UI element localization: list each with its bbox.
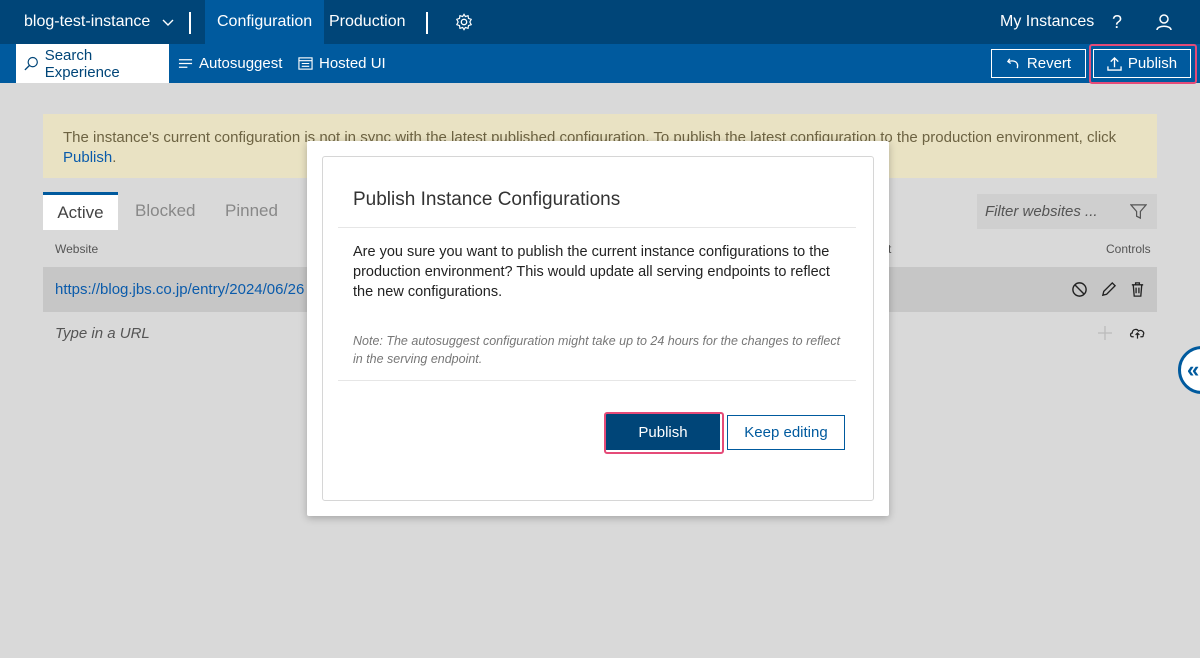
- list-icon: [178, 59, 193, 68]
- help-icon[interactable]: ?: [1112, 0, 1122, 44]
- banner-publish-link[interactable]: Publish: [63, 149, 112, 166]
- top-navigation-bar: blog-test-instance Configuration Product…: [0, 0, 1200, 44]
- tab-label: Configuration: [217, 13, 313, 30]
- user-icon[interactable]: [1155, 13, 1173, 31]
- chevron-down-icon: [162, 19, 174, 26]
- tab-hosted-ui[interactable]: Hosted UI: [298, 44, 386, 83]
- dialog-note: Note: The autosuggest configuration migh…: [353, 334, 841, 366]
- tab-label: Autosuggest: [199, 55, 283, 72]
- search-icon: [24, 56, 38, 71]
- tab-active[interactable]: Active: [43, 192, 118, 230]
- filter-icon[interactable]: [1130, 203, 1147, 220]
- instance-selector[interactable]: blog-test-instance: [24, 0, 174, 44]
- undo-icon: [1006, 58, 1019, 69]
- tab-label: Blocked: [135, 201, 196, 220]
- filter-websites-input[interactable]: Filter websites ...: [977, 194, 1157, 229]
- column-header-website: Website: [55, 242, 99, 256]
- type-url-input[interactable]: Type in a URL: [55, 325, 150, 342]
- button-label: Revert: [1026, 55, 1072, 72]
- delete-icon[interactable]: [1129, 281, 1146, 298]
- window-icon: [298, 57, 313, 70]
- instance-name: blog-test-instance: [24, 13, 151, 30]
- tab-autosuggest[interactable]: Autosuggest: [178, 44, 282, 83]
- divider: [426, 12, 428, 34]
- tab-configuration[interactable]: Configuration: [205, 0, 325, 44]
- link-label: My Instances: [1000, 13, 1095, 30]
- keep-editing-button[interactable]: Keep editing: [727, 415, 845, 450]
- divider: [338, 227, 856, 228]
- tab-production[interactable]: Production: [317, 0, 418, 44]
- sub-navigation-bar: Search Experience Autosuggest Hosted UI …: [0, 44, 1200, 83]
- tab-label: Search Experience: [44, 46, 120, 81]
- divider: [189, 12, 191, 34]
- edit-icon[interactable]: [1100, 281, 1117, 298]
- help-glyph: ?: [1112, 11, 1123, 32]
- block-icon[interactable]: [1071, 281, 1088, 298]
- cloud-upload-icon[interactable]: [1129, 325, 1146, 341]
- tab-blocked[interactable]: Blocked: [135, 192, 195, 230]
- tab-search-experience[interactable]: Search Experience: [16, 44, 169, 83]
- dialog-body-text: Are you sure you want to publish the cur…: [353, 244, 830, 300]
- revert-button[interactable]: Revert: [991, 49, 1086, 78]
- gear-icon[interactable]: [455, 13, 473, 31]
- publish-dialog: Publish Instance Configurations Are you …: [307, 141, 889, 516]
- website-url[interactable]: https://blog.jbs.co.jp/entry/2024/06/26: [55, 267, 304, 312]
- publish-button-highlight: [1089, 44, 1197, 84]
- plus-icon[interactable]: [1097, 325, 1113, 341]
- divider: [338, 380, 856, 381]
- tab-label: Hosted UI: [319, 55, 386, 72]
- column-header-controls: Controls: [1106, 242, 1151, 256]
- tab-label: Pinned: [225, 201, 278, 220]
- tab-label: Active: [57, 202, 104, 222]
- collapse-panel-button[interactable]: «: [1178, 346, 1200, 394]
- confirm-publish-highlight: [604, 412, 724, 454]
- chevron-left-double-icon: «: [1187, 357, 1200, 382]
- my-instances-link[interactable]: My Instances: [1000, 0, 1094, 44]
- dialog-frame: Publish Instance Configurations Are you …: [322, 156, 874, 501]
- dialog-title: Publish Instance Configurations: [353, 189, 621, 210]
- banner-suffix: .: [112, 149, 117, 166]
- filter-placeholder: Filter websites ...: [985, 203, 1098, 220]
- tab-label: Production: [329, 13, 406, 30]
- tab-pinned[interactable]: Pinned: [225, 192, 278, 230]
